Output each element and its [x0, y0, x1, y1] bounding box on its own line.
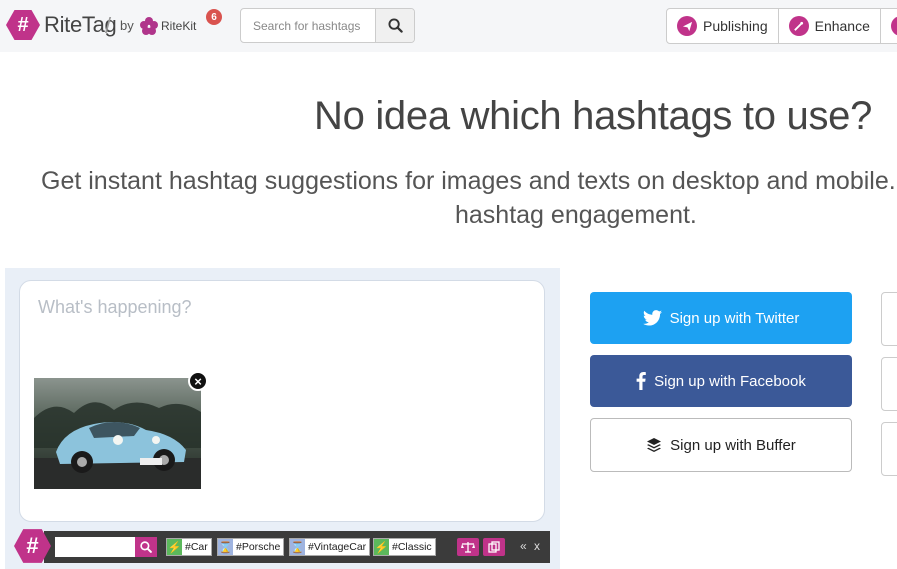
search-input[interactable]: [241, 9, 375, 42]
page-title: No idea which hashtags to use?: [314, 94, 873, 138]
buffer-layers-icon: [646, 437, 662, 453]
signup-facebook-label: Sign up with Facebook: [654, 372, 806, 390]
car-photo: [34, 378, 201, 489]
search-icon: [387, 18, 403, 33]
paper-plane-icon: [677, 16, 697, 36]
signup-facebook-button[interactable]: Sign up with Facebook: [590, 355, 852, 407]
composer-placeholder: What's happening?: [38, 297, 192, 317]
attached-image[interactable]: [34, 378, 201, 489]
search-button[interactable]: [375, 9, 414, 42]
nav-enhance-label: Enhance: [814, 18, 870, 34]
nav-publishing-label: Publishing: [703, 18, 768, 34]
nav-publishing[interactable]: Publishing: [667, 9, 779, 43]
page-subtitle-line1: Get instant hashtag suggestions for imag…: [41, 167, 896, 195]
hashtag-label: #Classic: [392, 541, 432, 553]
hashtag-label: #Car: [185, 541, 208, 553]
toolbar-search-input[interactable]: [55, 537, 135, 557]
hashtag-chip[interactable]: ⌛ #VintageCar: [289, 538, 371, 556]
nav-enhance[interactable]: Enhance: [779, 9, 881, 43]
hashtag-logo-icon: #: [6, 9, 40, 41]
close-circle-icon[interactable]: ×: [188, 371, 208, 391]
hashtag-search: [240, 8, 415, 43]
ritekit-label: RiteKit: [161, 19, 197, 33]
signup-buffer-button[interactable]: Sign up with Buffer: [590, 418, 852, 472]
collapse-toolbar-button[interactable]: «: [520, 539, 527, 553]
balance-scale-button[interactable]: [457, 538, 479, 556]
copy-button[interactable]: [483, 538, 505, 556]
copy-icon: [488, 541, 500, 553]
signup-twitter-label: Sign up with Twitter: [669, 309, 800, 327]
hot-bolt-icon: ⚡: [374, 539, 389, 555]
notification-badge[interactable]: 6: [206, 9, 222, 25]
ritekit-flower-icon: [140, 17, 158, 35]
hand-icon: [890, 16, 897, 36]
hashtag-label: #Porsche: [236, 541, 281, 553]
page-subtitle-line2: hashtag engagement.: [455, 201, 697, 229]
hashtag-chip[interactable]: ⌛ #Porsche: [217, 538, 285, 556]
hourglass-icon: ⌛: [218, 539, 233, 555]
toolbar-search-button[interactable]: [135, 537, 157, 557]
divider-slash: /: [105, 13, 112, 38]
balance-scale-icon: [461, 542, 475, 553]
signup-twitter-button[interactable]: Sign up with Twitter: [590, 292, 852, 344]
twitter-icon: [642, 310, 662, 326]
hashtag-chip[interactable]: ⚡ #Classic: [373, 538, 436, 556]
hot-bolt-icon: ⚡: [167, 539, 182, 555]
by-text: by: [120, 18, 134, 33]
top-nav: Publishing Enhance: [666, 8, 897, 44]
nav-third[interactable]: [881, 9, 897, 43]
hashtag-label: #VintageCar: [308, 541, 367, 553]
hashtag-chip[interactable]: ⚡ #Car: [166, 538, 212, 556]
close-toolbar-button[interactable]: x: [534, 539, 540, 553]
ritekit-logo[interactable]: RiteKit: [140, 17, 196, 35]
signin-card-partial[interactable]: [881, 357, 897, 411]
signin-card-partial[interactable]: [881, 292, 897, 346]
facebook-icon: [636, 372, 646, 390]
signup-buffer-label: Sign up with Buffer: [670, 436, 796, 454]
search-icon: [140, 541, 152, 553]
magic-wand-icon: [788, 16, 809, 36]
ritetag-logo[interactable]: # RiteTag: [6, 9, 117, 41]
hourglass-icon: ⌛: [290, 539, 305, 555]
signin-card-partial[interactable]: [881, 422, 897, 476]
